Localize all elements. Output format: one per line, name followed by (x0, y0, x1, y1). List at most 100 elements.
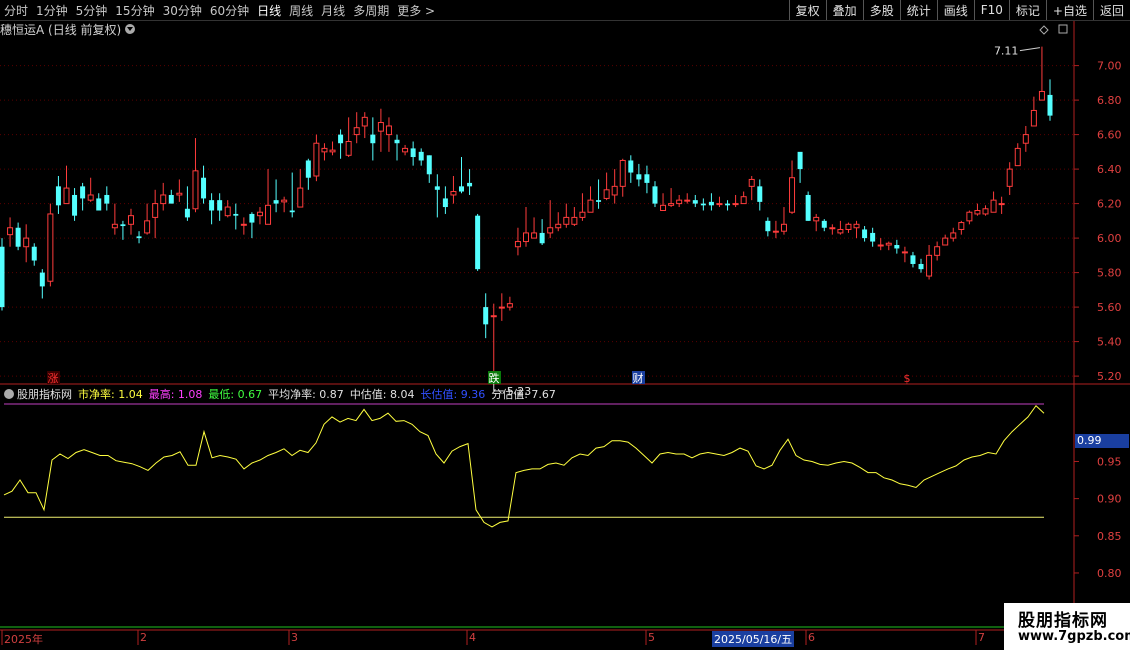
marker-2: 财 (633, 371, 644, 385)
candle-body (7, 227, 14, 236)
candle-body (837, 228, 844, 234)
candle-body (797, 151, 803, 170)
candle-body (950, 232, 957, 239)
indicator-name: 股朋指标网 (17, 388, 72, 401)
candle-body (394, 139, 400, 144)
date-label-2: 3 (291, 631, 298, 644)
candle-body (160, 194, 167, 205)
date-label-6: 7 (978, 631, 985, 644)
candle-body (87, 194, 94, 201)
candle-body (321, 147, 328, 153)
candle-body (152, 203, 159, 218)
candle-body (47, 213, 54, 282)
candle-body (467, 182, 473, 187)
candle-body (144, 220, 151, 234)
y-tick-label: 6.00 (1097, 232, 1122, 245)
candle-body (531, 232, 538, 239)
indicator-current-value: 0.99 (1075, 434, 1129, 448)
candle-body (498, 306, 505, 309)
y-tick-label: 5.20 (1097, 370, 1122, 383)
candle-body (740, 196, 747, 205)
candle-body (579, 211, 586, 218)
candle-body (958, 222, 965, 230)
candle-body (136, 236, 142, 239)
candle-body (692, 200, 698, 204)
candle-body (596, 200, 602, 202)
date-label-4: 5 (648, 631, 655, 644)
candle-body (184, 208, 190, 218)
candle-body (192, 170, 199, 210)
indicator-item-6: 分估值: 7.67 (491, 388, 556, 401)
candle-body (772, 230, 779, 233)
candle-body (660, 204, 667, 211)
candle-body (636, 174, 642, 180)
date-label-1: 2 (140, 631, 147, 644)
date-axis: 2025年 2 3 4 5 6 7 2025/05/16/五 (0, 631, 1004, 647)
candle-body (104, 194, 110, 204)
candle-body (209, 200, 215, 211)
watermark-title: 股朋指标网 (1018, 611, 1108, 631)
candle-body (523, 232, 529, 243)
candle-body (514, 241, 521, 248)
date-label-3: 4 (469, 631, 476, 644)
candle-body (725, 203, 731, 206)
indicator-item-0: 市净率: 1.04 (78, 388, 143, 401)
candle-body (619, 159, 626, 187)
candle-body (353, 127, 360, 136)
candle-body (201, 177, 207, 199)
candle-body (821, 220, 827, 228)
candle-body (910, 255, 916, 264)
candle-body (748, 178, 755, 187)
y-tick-label: 5.60 (1097, 301, 1122, 314)
marker-1: 跌 (489, 371, 500, 385)
candle-body (442, 198, 448, 208)
candle-body (644, 174, 650, 183)
date-cursor-label: 2025/05/16/五 (712, 631, 795, 647)
candle-body (402, 147, 409, 153)
watermark-url: www.7gpzb.com (1018, 629, 1130, 644)
candle-body (96, 198, 102, 211)
candle-body (80, 186, 86, 199)
candle-body (475, 215, 481, 270)
candle-body (338, 134, 344, 144)
chevron-down-icon[interactable] (4, 389, 14, 399)
candle-body (757, 186, 763, 202)
indicator-y-tick: 0.90 (1097, 493, 1122, 506)
candle-body (885, 242, 892, 246)
candle-body (168, 194, 174, 204)
candle-body (329, 149, 336, 153)
candle-body (1038, 90, 1045, 101)
candle-body (1047, 94, 1053, 116)
candle-body (249, 213, 255, 223)
candle-body (870, 232, 876, 242)
candle-body (813, 216, 820, 222)
indicator-item-4: 中估值: 8.04 (349, 388, 415, 401)
high-label: 7.11 (994, 45, 1019, 58)
candle-body (571, 216, 578, 225)
candle-body (1022, 134, 1029, 144)
candle-body (55, 186, 61, 206)
y-tick-label: 6.20 (1097, 198, 1122, 211)
indicator-item-1: 最高: 1.08 (148, 388, 203, 401)
candle-body (23, 237, 30, 248)
candle-body (918, 263, 924, 270)
candle-body (926, 254, 933, 277)
candle-body (974, 210, 981, 215)
indicator-item-5: 长估值: 9.36 (420, 388, 486, 401)
candle-body (1030, 109, 1037, 127)
candle-body (1014, 147, 1021, 167)
candle-body (982, 208, 989, 215)
candle-body (224, 206, 231, 217)
y-tick-label: 5.40 (1097, 336, 1122, 349)
candle-body (256, 211, 263, 217)
candle-body (111, 223, 118, 229)
candle-body (676, 199, 683, 205)
y-tick-label: 6.40 (1097, 163, 1122, 176)
candle-body (240, 223, 247, 226)
candle-body (506, 303, 513, 308)
date-label-5: 6 (808, 631, 815, 644)
candle-body (652, 186, 658, 204)
watermark: 股朋指标网 www.7gpzb.com (1004, 603, 1130, 650)
candle-body (273, 200, 279, 204)
candle-body (63, 187, 70, 205)
